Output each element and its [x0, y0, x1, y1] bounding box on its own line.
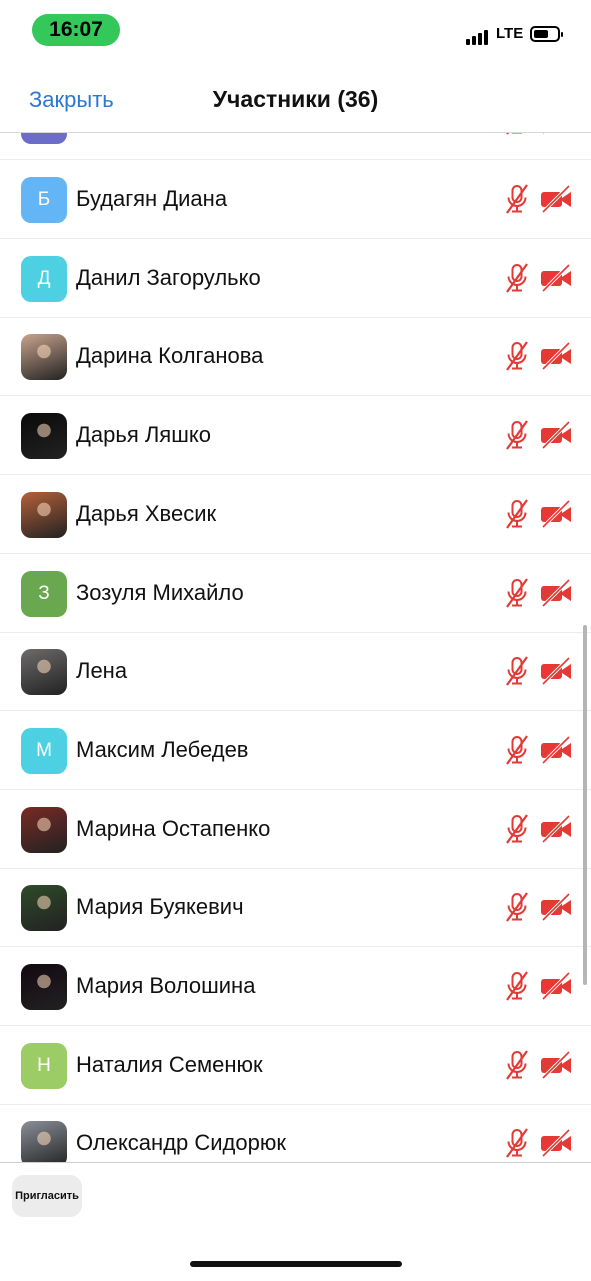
participant-row[interactable]: Б Будагян Диана	[0, 161, 591, 239]
participant-name: Максим Лебедев	[76, 736, 249, 762]
mic-muted-icon	[504, 499, 530, 529]
status-time: 16:07	[32, 14, 120, 46]
camera-off-icon	[540, 578, 572, 607]
home-indicator	[190, 1261, 402, 1267]
avatar-initial: Н	[37, 1054, 51, 1076]
participant-name: Мария Волошина	[76, 973, 256, 998]
avatar: З	[21, 570, 67, 617]
camera-off-icon	[540, 656, 572, 686]
participant-row[interactable]: Мария Буякевич	[0, 869, 591, 948]
mic-muted-icon	[504, 420, 530, 450]
camera-off-icon	[540, 971, 572, 1001]
participant-name: Лена	[76, 658, 128, 684]
camera-off-icon	[540, 814, 572, 843]
participant-row[interactable]: Дарья Ляшко	[0, 397, 591, 476]
camera-off-icon	[540, 184, 572, 214]
participant-row[interactable]: Олександр Сидорюк	[0, 1105, 591, 1162]
network-type: LTE	[496, 25, 524, 42]
avatar	[21, 1121, 67, 1162]
close-button[interactable]: Закрыть	[29, 87, 114, 113]
mic-muted-icon	[504, 184, 530, 214]
mic-muted-icon	[504, 735, 530, 765]
participant-row[interactable]: Дарина Колганова	[0, 318, 591, 397]
participant-row[interactable]: Мария Волошина	[0, 948, 591, 1026]
participant-name: Дарья Хвесик	[76, 500, 217, 526]
participant-name: Дарья Ляшко	[76, 422, 211, 448]
avatar-initial: Д	[37, 267, 51, 289]
participant-row[interactable]: Н Наталия Семенюк	[0, 1027, 591, 1105]
camera-off-icon	[540, 420, 572, 450]
participant-name: Будагян Диана	[76, 186, 228, 211]
camera-off-icon	[540, 1050, 572, 1079]
avatar-initial: М	[36, 739, 52, 761]
status-bar: 16:07 LTE	[0, 0, 591, 60]
camera-off-icon	[540, 499, 572, 529]
participant-name: Данил Загорулько	[76, 264, 261, 290]
avatar-initial: З	[38, 582, 50, 604]
avatar	[21, 334, 67, 381]
avatar	[21, 964, 67, 1010]
mic-muted-icon	[504, 971, 530, 1001]
camera-off-icon	[540, 1129, 572, 1158]
avatar	[21, 491, 67, 538]
participant-name: Мария Буякевич	[76, 894, 244, 920]
avatar: Д	[21, 255, 67, 302]
mic-muted-icon	[504, 656, 530, 686]
camera-off-icon	[540, 342, 572, 371]
mic-muted-icon	[504, 341, 530, 372]
avatar: М	[21, 727, 67, 774]
footer-bar: Пригласить	[0, 1162, 591, 1281]
battery-icon	[530, 26, 563, 42]
participant-row[interactable]: М Максим Лебедев	[0, 712, 591, 790]
participant-list[interactable]: Б Будагян Диана Д Данил Загорулько Дарина Ко…	[0, 0, 591, 1162]
scrollbar[interactable]	[583, 625, 587, 985]
participant-row[interactable]: З Зозуля Михайло	[0, 555, 591, 633]
mic-muted-icon	[504, 813, 530, 844]
mic-muted-icon	[504, 263, 530, 293]
participant-row[interactable]: Д Данил Загорулько	[0, 240, 591, 318]
participant-name: Наталия Семенюк	[76, 1051, 263, 1077]
mic-muted-icon	[504, 1128, 530, 1159]
camera-off-icon	[540, 735, 572, 765]
camera-off-icon	[540, 893, 572, 922]
participant-row[interactable]: Дарья Хвесик	[0, 476, 591, 554]
participant-name: Олександр Сидорюк	[76, 1130, 286, 1156]
mic-muted-icon	[504, 577, 530, 608]
avatar: Н	[21, 1042, 67, 1089]
invite-button[interactable]: Пригласить	[12, 1175, 82, 1217]
signal-icon	[466, 30, 488, 45]
header-bar: Участники (36) Закрыть	[0, 68, 591, 133]
participant-row[interactable]: Марина Остапенко	[0, 791, 591, 869]
avatar	[21, 806, 67, 853]
mic-muted-icon	[504, 1050, 530, 1080]
camera-off-icon	[540, 263, 572, 292]
mic-muted-icon	[504, 892, 530, 922]
avatar	[21, 413, 67, 460]
avatar: Б	[21, 177, 67, 223]
participant-name: Марина Остапенко	[76, 815, 271, 841]
participant-name: Зозуля Михайло	[76, 579, 244, 605]
participant-name: Дарина Колганова	[76, 343, 264, 369]
participant-row[interactable]: Лена	[0, 633, 591, 712]
avatar-initial: Б	[37, 189, 51, 210]
avatar	[21, 885, 67, 932]
avatar	[21, 649, 67, 696]
